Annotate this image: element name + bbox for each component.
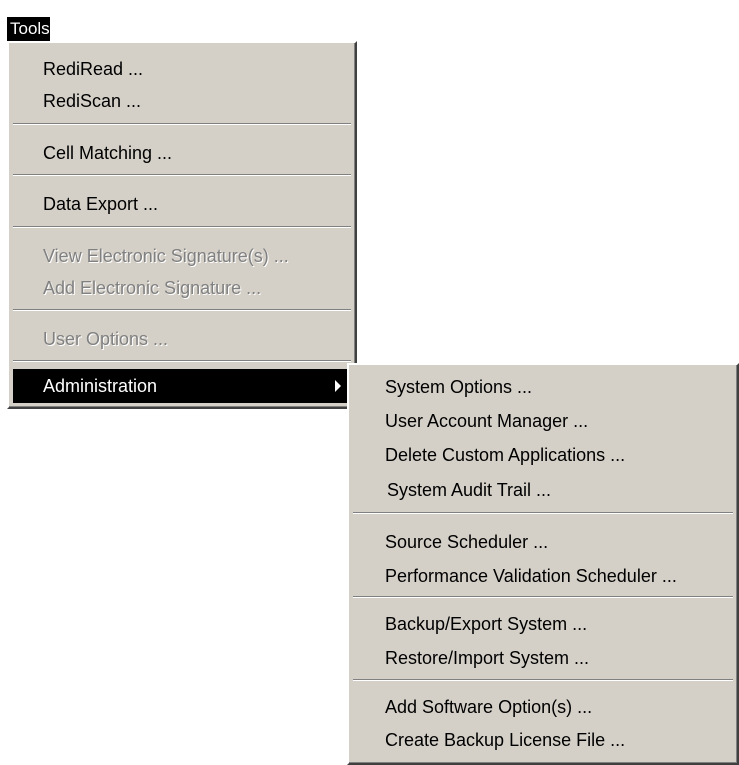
menu-item-administration[interactable]: Administration: [13, 369, 351, 403]
administration-submenu: System Options ... User Account Manager …: [347, 363, 739, 765]
menu-item-system-options[interactable]: System Options ...: [353, 370, 733, 404]
menu-item-user-options: User Options ...: [43, 329, 169, 349]
menu-item-create-backup-license-file[interactable]: Create Backup License File ...: [353, 723, 733, 757]
menu-separator: [13, 226, 351, 228]
menu-item-add-electronic-signature: Add Electronic Signature ...: [43, 278, 262, 298]
menu-item-view-electronic-signatures: View Electronic Signature(s) ...: [43, 246, 289, 266]
menu-separator: [13, 309, 351, 311]
menu-item-delete-custom-applications[interactable]: Delete Custom Applications ...: [353, 438, 733, 472]
tools-menu: RediRead ... RediScan ... Cell Matching …: [7, 41, 357, 409]
submenu-arrow-icon: [335, 380, 341, 392]
menu-separator: [353, 679, 733, 681]
menu-item-cell-matching[interactable]: Cell Matching ...: [13, 136, 351, 170]
menu-item-source-scheduler[interactable]: Source Scheduler ...: [353, 525, 733, 559]
menu-item-rediread[interactable]: RediRead ...: [13, 52, 351, 86]
menu-separator: [13, 360, 351, 362]
menu-separator: [13, 123, 351, 125]
menu-separator: [353, 596, 733, 598]
menu-item-system-audit-trail[interactable]: System Audit Trail ...: [353, 473, 733, 507]
menu-item-performance-validation-scheduler[interactable]: Performance Validation Scheduler ...: [353, 559, 733, 593]
menu-separator: [353, 512, 733, 514]
menu-item-add-software-options[interactable]: Add Software Option(s) ...: [353, 690, 733, 724]
menu-separator: [13, 174, 351, 176]
menu-item-restore-import-system[interactable]: Restore/Import System ...: [353, 641, 733, 675]
menu-tools[interactable]: Tools: [7, 17, 50, 41]
menu-item-user-account-manager[interactable]: User Account Manager ...: [353, 404, 733, 438]
menu-item-data-export[interactable]: Data Export ...: [13, 187, 351, 221]
menu-item-rediscan[interactable]: RediScan ...: [13, 84, 351, 118]
menu-item-administration-label: Administration: [43, 376, 158, 396]
menu-item-backup-export-system[interactable]: Backup/Export System ...: [353, 607, 733, 641]
